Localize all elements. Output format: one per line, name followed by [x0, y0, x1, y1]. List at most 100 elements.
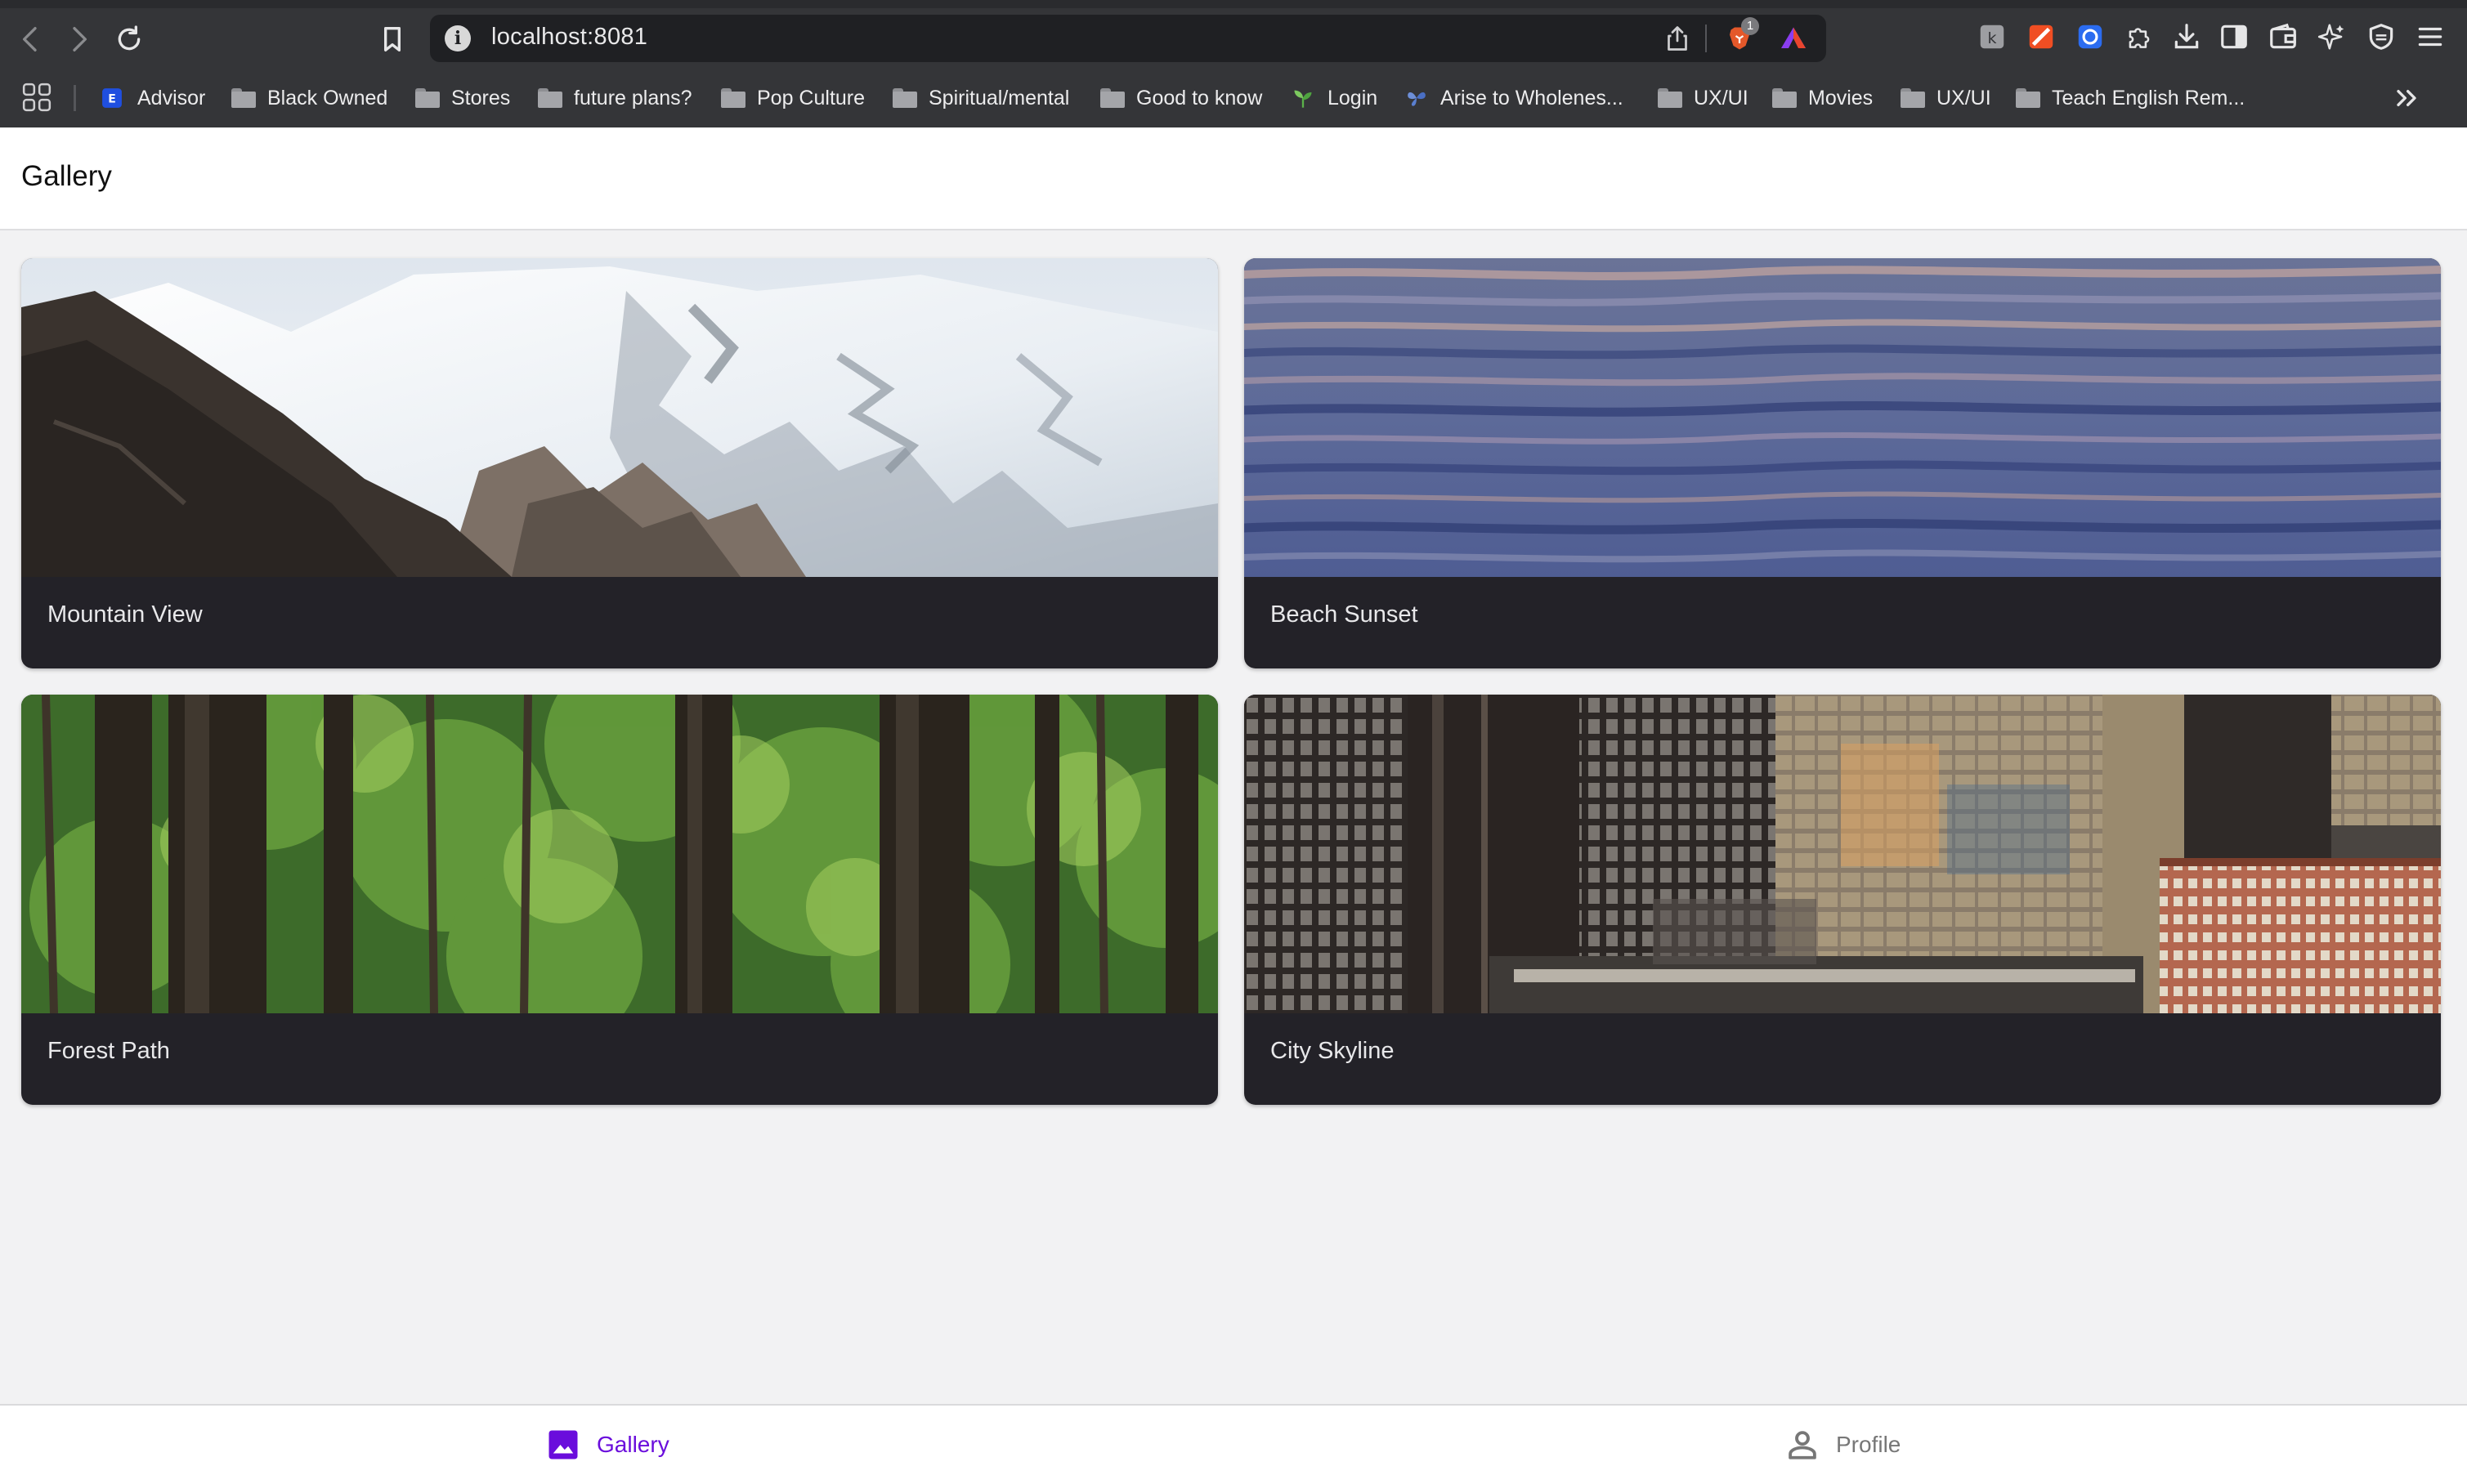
tab-gallery[interactable]: Gallery — [546, 1406, 669, 1484]
svg-text:k: k — [1987, 29, 1996, 47]
sidebar-toggle-button[interactable] — [2215, 18, 2253, 56]
bookmark-label: Arise to Wholenes... — [1440, 86, 1623, 110]
bottom-tab-bar: Gallery Profile — [0, 1404, 2467, 1484]
extensions-button[interactable] — [2120, 18, 2158, 56]
bookmarks-bar: E Advisor Black Owned Stores future plan… — [0, 75, 2467, 121]
share-button[interactable] — [1661, 22, 1694, 55]
bookmark-label: UX/UI — [1936, 86, 1991, 110]
extension-red-icon — [2029, 25, 2053, 49]
folder-icon — [1658, 87, 1682, 109]
card-title: Forest Path — [47, 1038, 170, 1064]
sprout-icon — [1292, 87, 1316, 109]
bookmark-movies[interactable]: Movies — [1772, 75, 1873, 121]
bookmark-label: future plans? — [574, 86, 692, 110]
bookmark-label: Good to know — [1136, 86, 1263, 110]
tab-profile-label: Profile — [1836, 1432, 1901, 1457]
gallery-card-forest[interactable]: Forest Path — [21, 695, 1218, 1105]
bookmark-good-to-know[interactable]: Good to know — [1100, 75, 1262, 121]
leo-ai-button[interactable] — [2313, 18, 2351, 56]
folder-icon — [1772, 87, 1797, 109]
card-title: City Skyline — [1270, 1038, 1395, 1064]
download-icon — [2174, 24, 2199, 49]
bookmark-label: Advisor — [137, 86, 206, 110]
tab-gallery-label: Gallery — [597, 1432, 669, 1457]
bookmark-black-owned[interactable]: Black Owned — [231, 75, 387, 121]
forest-trees-image — [21, 695, 1218, 1013]
brave-rewards-button[interactable] — [1777, 22, 1810, 55]
ocean-water-image — [1244, 258, 2441, 577]
city-buildings-image — [1244, 695, 2441, 1013]
brave-shields-button[interactable]: 1 — [1723, 17, 1759, 55]
image-icon — [548, 1430, 578, 1459]
gallery-card-beach[interactable]: Beach Sunset — [1244, 258, 2441, 668]
bookmark-icon — [384, 27, 401, 51]
folder-icon — [2016, 87, 2040, 109]
extension-k-icon: k — [1980, 25, 2004, 49]
main-menu-button[interactable] — [2411, 18, 2449, 56]
folder-icon — [538, 87, 562, 109]
bookmark-label: Teach English Rem... — [2052, 86, 2245, 110]
gallery-card-city[interactable]: City Skyline — [1244, 695, 2441, 1105]
shields-count-badge: 1 — [1741, 17, 1759, 35]
bookmark-label: Stores — [451, 86, 511, 110]
folder-icon — [893, 87, 917, 109]
reload-icon — [118, 25, 141, 51]
card-title: Mountain View — [47, 601, 203, 628]
back-button[interactable] — [10, 18, 52, 60]
bookmark-stores[interactable]: Stores — [415, 75, 510, 121]
forward-arrow-icon — [73, 27, 87, 51]
reload-button[interactable] — [108, 18, 150, 60]
bookmark-page-button[interactable] — [371, 18, 414, 60]
snowy-mountain-image — [21, 258, 1218, 577]
butterfly-icon — [1404, 87, 1429, 109]
bookmark-pop-culture[interactable]: Pop Culture — [721, 75, 865, 121]
address-divider — [1705, 25, 1707, 52]
share-icon — [1668, 26, 1687, 51]
sparkle-icon — [2317, 24, 2344, 50]
rewards-triangle-icon — [1781, 27, 1806, 48]
extension-2-button[interactable] — [2022, 18, 2060, 56]
svg-text:E: E — [108, 92, 116, 105]
wallet-icon — [2270, 23, 2296, 49]
bookmark-ux-ui-2[interactable]: UX/UI — [1901, 75, 1991, 121]
app-header: Gallery — [0, 127, 2467, 230]
bookmark-spiritual-mental[interactable]: Spiritual/mental — [893, 75, 1069, 121]
bookmark-advisor[interactable]: E Advisor — [101, 75, 205, 121]
extension-1-button[interactable]: k — [1973, 18, 2011, 56]
sidebar-icon — [2221, 25, 2247, 49]
tab-profile[interactable]: Profile — [1785, 1406, 1901, 1484]
extension-blue-icon — [2078, 25, 2102, 49]
gallery-card-mountain[interactable]: Mountain View — [21, 258, 1218, 668]
puzzle-icon — [2129, 28, 2150, 48]
more-bookmarks-icon[interactable] — [2390, 82, 2423, 114]
bookmark-arise-to-wholeness[interactable]: Arise to Wholenes... — [1404, 75, 1623, 121]
bookmark-teach-english[interactable]: Teach English Rem... — [2016, 75, 2245, 121]
wallet-button[interactable] — [2264, 18, 2302, 56]
bookmark-label: Movies — [1808, 86, 1874, 110]
back-arrow-icon — [23, 27, 37, 51]
address-bar[interactable]: i localhost:8081 1 — [430, 15, 1826, 62]
person-icon — [1789, 1431, 1816, 1459]
bookmark-login[interactable]: Login — [1292, 75, 1377, 121]
url-text[interactable]: localhost:8081 — [491, 24, 647, 51]
bookmark-label: Pop Culture — [757, 86, 866, 110]
e-badge-icon: E — [101, 87, 126, 109]
site-info-icon[interactable]: i — [445, 25, 471, 51]
card-title: Beach Sunset — [1270, 601, 1418, 628]
folder-icon — [1901, 87, 1925, 109]
extension-3-button[interactable] — [2071, 18, 2109, 56]
page-title: Gallery — [21, 160, 112, 192]
vpn-button[interactable] — [2362, 18, 2400, 56]
bookmark-future-plans[interactable]: future plans? — [538, 75, 692, 121]
folder-icon — [415, 87, 440, 109]
bookmark-label: Black Owned — [267, 86, 388, 110]
folder-icon — [721, 87, 745, 109]
window-top-edge — [0, 0, 2467, 8]
folder-icon — [1100, 87, 1125, 109]
downloads-button[interactable] — [2168, 18, 2205, 56]
bookmark-ux-ui[interactable]: UX/UI — [1658, 75, 1748, 121]
bookmark-label: UX/UI — [1694, 86, 1748, 110]
forward-button[interactable] — [57, 18, 100, 60]
hamburger-menu-icon — [2418, 27, 2442, 47]
bookmark-label: Login — [1328, 86, 1378, 110]
